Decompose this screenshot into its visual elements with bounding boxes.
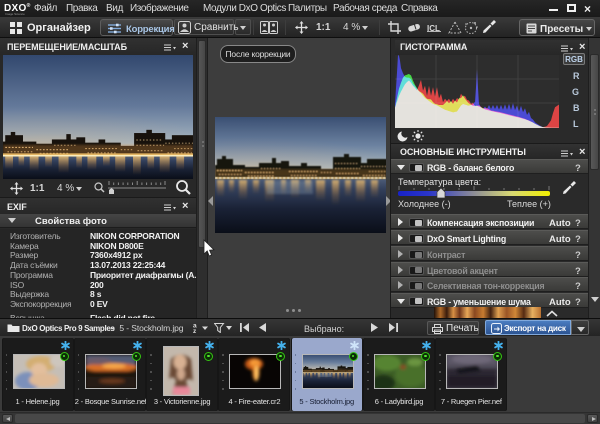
svg-text:ICL: ICL	[427, 24, 440, 32]
